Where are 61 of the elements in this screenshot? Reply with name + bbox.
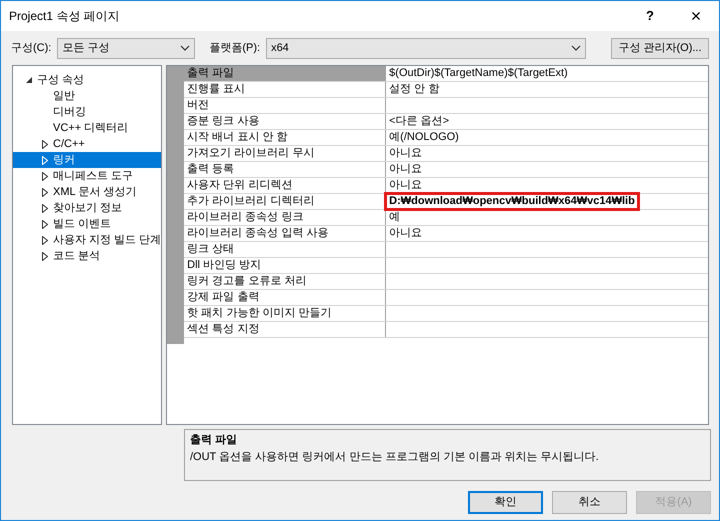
- tree-item[interactable]: 링커: [13, 152, 162, 168]
- tree-item[interactable]: 매니페스트 도구: [13, 168, 162, 184]
- platform-dropdown[interactable]: x64: [266, 38, 586, 58]
- dialog-button[interactable]: 취소: [552, 491, 627, 514]
- property-name[interactable]: 가져오기 라이브러리 무시: [184, 146, 386, 161]
- property-name[interactable]: 출력 파일: [184, 66, 386, 81]
- tree-item[interactable]: 코드 분석: [13, 248, 162, 264]
- tree-item[interactable]: 디버깅: [13, 104, 162, 120]
- expand-triangle-icon[interactable]: [42, 252, 48, 260]
- property-value[interactable]: D:₩download₩opencv₩build₩x64₩vc14₩lib: [386, 194, 638, 209]
- property-name[interactable]: 증분 링크 사용: [184, 114, 386, 129]
- tree-item[interactable]: 일반: [13, 88, 162, 104]
- tree-item[interactable]: 구성 속성: [13, 72, 162, 88]
- property-value[interactable]: 설정 안 함: [386, 82, 708, 97]
- property-name[interactable]: 라이브러리 종속성 입력 사용: [184, 226, 386, 241]
- property-name[interactable]: 핫 패치 가능한 이미지 만들기: [184, 306, 386, 321]
- property-value[interactable]: 아니요: [386, 226, 708, 241]
- window-title: Project1 속성 페이지: [9, 8, 121, 25]
- dialog-button[interactable]: 확인: [468, 491, 543, 514]
- property-value[interactable]: 아니요: [386, 146, 708, 161]
- config-manager-button[interactable]: 구성 관리자(O)...: [611, 38, 709, 58]
- property-value[interactable]: $(OutDir)$(TargetName)$(TargetExt): [386, 66, 708, 81]
- expand-triangle-icon[interactable]: [42, 172, 48, 180]
- tree-item[interactable]: C/C++: [13, 136, 162, 152]
- tree-item[interactable]: 사용자 지정 빌드 단계: [13, 232, 162, 248]
- description-title: 출력 파일: [190, 433, 238, 448]
- property-name[interactable]: 링커 경고를 오류로 처리: [184, 274, 386, 289]
- property-value[interactable]: 예: [386, 210, 708, 225]
- tree-item[interactable]: VC++ 디렉터리: [13, 120, 162, 136]
- chevron-down-icon: [571, 45, 582, 51]
- property-value[interactable]: 아니요: [386, 178, 708, 193]
- description-text: /OUT 옵션을 사용하면 링커에서 만드는 프로그램의 기본 이름과 위치는 무시됩니다.: [190, 450, 600, 464]
- property-name[interactable]: 사용자 단위 리디렉션: [184, 178, 386, 193]
- property-name[interactable]: Dll 바인딩 방지: [184, 258, 386, 273]
- expand-triangle-icon[interactable]: [42, 236, 48, 244]
- property-name[interactable]: 강제 파일 출력: [184, 290, 386, 305]
- property-name[interactable]: 출력 등록: [184, 162, 386, 177]
- tree-item[interactable]: 빌드 이벤트: [13, 216, 162, 232]
- property-name[interactable]: 추가 라이브러리 디렉터리: [184, 194, 386, 209]
- help-button[interactable]: ?: [627, 6, 673, 26]
- chevron-down-icon: [180, 45, 190, 51]
- property-value[interactable]: 아니요: [386, 162, 708, 177]
- property-name[interactable]: 진행률 표시: [184, 82, 386, 97]
- close-button[interactable]: ×: [673, 2, 719, 30]
- tree-item[interactable]: 찾아보기 정보: [13, 200, 162, 216]
- property-value[interactable]: <다른 옵션>: [386, 114, 708, 129]
- collapse-triangle-icon[interactable]: [26, 77, 32, 83]
- config-label: 구성(C):: [11, 40, 52, 56]
- platform-label: 플랫폼(P):: [209, 40, 260, 56]
- tree-item[interactable]: XML 문서 생성기: [13, 184, 162, 200]
- property-value[interactable]: 예(/NOLOGO): [386, 130, 708, 145]
- expand-triangle-icon[interactable]: [42, 220, 48, 228]
- expand-triangle-icon[interactable]: [42, 140, 48, 148]
- property-name[interactable]: 링크 상태: [184, 242, 386, 257]
- property-name[interactable]: 시작 배너 표시 안 함: [184, 130, 386, 145]
- property-name[interactable]: 버전: [184, 98, 386, 113]
- expand-triangle-icon[interactable]: [42, 188, 48, 196]
- property-name[interactable]: 라이브러리 종속성 링크: [184, 210, 386, 225]
- property-name[interactable]: 섹션 특성 지정: [184, 322, 386, 337]
- expand-triangle-icon[interactable]: [42, 204, 48, 212]
- config-dropdown[interactable]: 모든 구성: [57, 38, 196, 58]
